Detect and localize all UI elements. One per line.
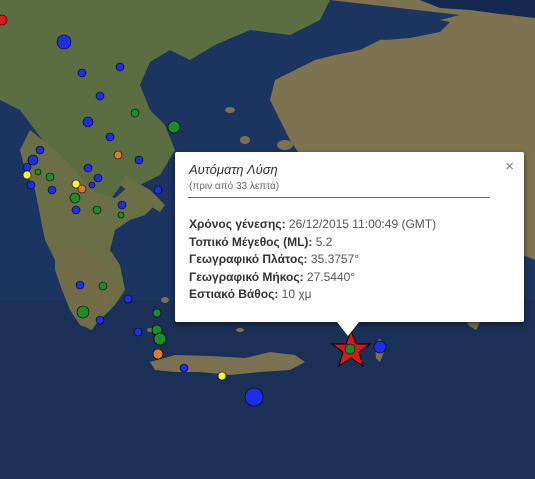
quake-marker-blue[interactable] bbox=[153, 185, 163, 195]
quake-marker-green[interactable] bbox=[152, 308, 162, 318]
quake-marker-orange[interactable] bbox=[113, 150, 123, 160]
popup-subtitle: (πριν από 33 λεπτά) bbox=[189, 181, 280, 192]
magnitude-row: Τοπικό Μέγεθος (ML): 5.2 bbox=[189, 234, 436, 252]
quake-marker-blue[interactable] bbox=[115, 62, 125, 72]
quake-marker-green[interactable] bbox=[92, 205, 102, 215]
quake-marker-yellow[interactable] bbox=[22, 170, 32, 180]
longitude-row: Γεωγραφικό Μήκος: 27.5440° bbox=[189, 269, 436, 287]
quake-marker-blue[interactable] bbox=[179, 363, 189, 373]
quake-marker-orange[interactable] bbox=[77, 184, 87, 194]
quake-marker-green[interactable] bbox=[117, 211, 125, 219]
quake-marker-green[interactable] bbox=[167, 120, 181, 134]
row-label: Εστιακό Βάθος: bbox=[189, 287, 279, 301]
row-label: Γεωγραφικό Μήκος: bbox=[189, 269, 304, 284]
close-icon[interactable]: × bbox=[505, 158, 514, 175]
info-popup: Αυτόματη Λύση (πριν από 33 λεπτά) × Χρόν… bbox=[175, 152, 524, 336]
quake-marker-blue[interactable] bbox=[26, 180, 36, 190]
quake-marker-green[interactable] bbox=[76, 305, 90, 319]
quake-marker-blue[interactable] bbox=[47, 185, 57, 195]
row-label: Χρόνος γένεσης: bbox=[189, 217, 286, 231]
quake-marker-blue[interactable] bbox=[56, 34, 72, 50]
quake-marker-blue[interactable] bbox=[35, 145, 45, 155]
quake-marker-blue[interactable] bbox=[95, 315, 105, 325]
quake-marker-blue[interactable] bbox=[71, 205, 81, 215]
quake-marker-blue[interactable] bbox=[75, 280, 85, 290]
popup-divider bbox=[188, 197, 490, 198]
quake-marker-blue[interactable] bbox=[22, 162, 32, 172]
depth-row: Εστιακό Βάθος: 10 χμ bbox=[189, 286, 436, 304]
quake-marker-yellow[interactable] bbox=[217, 371, 227, 381]
quake-marker-blue[interactable] bbox=[83, 163, 93, 173]
quake-marker-blue[interactable] bbox=[93, 173, 103, 183]
quake-marker-green[interactable] bbox=[34, 168, 42, 176]
quake-marker-blue[interactable] bbox=[95, 91, 105, 101]
quake-marker-blue[interactable] bbox=[134, 155, 144, 165]
row-value: 10 χμ bbox=[278, 287, 312, 301]
quake-marker-blue[interactable] bbox=[82, 116, 94, 128]
quake-marker-blue[interactable] bbox=[244, 387, 264, 407]
quake-marker-blue[interactable] bbox=[117, 200, 127, 210]
row-value: 27.5440° bbox=[303, 269, 356, 284]
quake-marker-blue[interactable] bbox=[27, 154, 39, 166]
quake-marker-red[interactable] bbox=[0, 14, 8, 26]
popup-tail bbox=[337, 322, 359, 336]
latitude-row: Γεωγραφικό Πλάτος: 35.3757° bbox=[189, 251, 436, 269]
quake-marker-green[interactable] bbox=[153, 332, 167, 346]
popup-details: Χρόνος γένεσης: 26/12/2015 11:00:49 (GMT… bbox=[189, 216, 436, 304]
row-label: Γεωγραφικό Πλάτος: bbox=[189, 252, 308, 266]
quake-marker-green[interactable] bbox=[98, 281, 108, 291]
quake-marker-blue[interactable] bbox=[77, 68, 87, 78]
quake-marker-orange[interactable] bbox=[152, 348, 164, 360]
sea-south bbox=[0, 300, 535, 479]
row-value: 5.2 bbox=[312, 234, 333, 249]
quake-marker-green[interactable] bbox=[69, 192, 81, 204]
quake-marker-blue[interactable] bbox=[133, 327, 143, 337]
row-label: Τοπικό Μέγεθος (ML): bbox=[189, 234, 313, 249]
origin-time-row: Χρόνος γένεσης: 26/12/2015 11:00:49 (GMT… bbox=[189, 216, 436, 234]
row-value: 26/12/2015 11:00:49 (GMT) bbox=[285, 217, 437, 231]
epicenter-marker[interactable] bbox=[344, 343, 356, 355]
quake-marker-blue[interactable] bbox=[123, 294, 133, 304]
quake-marker-blue[interactable] bbox=[373, 340, 387, 354]
popup-title: Αυτόματη Λύση bbox=[189, 162, 278, 177]
quake-marker-green[interactable] bbox=[130, 108, 140, 118]
quake-marker-blue[interactable] bbox=[105, 132, 115, 142]
row-value: 35.3757° bbox=[307, 252, 360, 266]
quake-marker-green[interactable] bbox=[45, 172, 55, 182]
quake-marker-blue[interactable] bbox=[88, 181, 96, 189]
